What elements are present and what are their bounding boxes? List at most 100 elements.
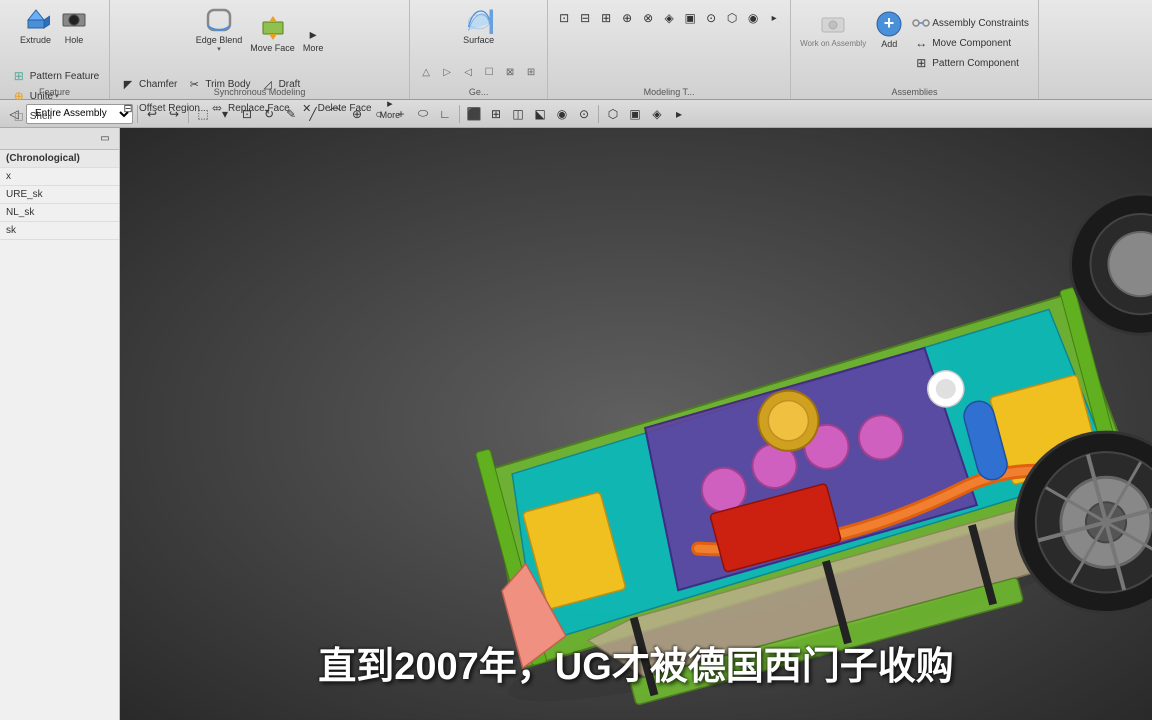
sync-big-buttons: Edge Blend ▾ Move Face ▸ More xyxy=(193,4,327,69)
mt-btn3[interactable]: ⊞ xyxy=(596,8,616,28)
ge-group-label: Ge... xyxy=(410,87,547,97)
feature-group-label: Feature xyxy=(0,87,109,97)
work-on-assembly-icon xyxy=(819,10,847,38)
ge-big-buttons: Surface xyxy=(459,4,498,61)
asm-right-col: Assembly Constraints ↔ Move Component ⊞ … xyxy=(909,8,1032,72)
t2-render1[interactable]: ⬡ xyxy=(603,104,623,124)
extrude-button[interactable]: Extrude xyxy=(17,4,54,47)
t2-view3[interactable]: ◫ xyxy=(508,104,528,124)
delete-face-icon: ✕ xyxy=(298,101,316,117)
modeling-t-group: ⊡ ⊟ ⊞ ⊕ ⊗ ◈ ▣ ⊙ ⬡ ◉ ▸ Modeling T... xyxy=(548,0,791,99)
add-button[interactable]: + Add xyxy=(871,8,907,51)
assembly-constraints-icon xyxy=(912,15,930,31)
feature-group: Extrude Hole ⊞ Pattern Feature ⊕ Unite xyxy=(0,0,110,99)
move-component-label: Move Component xyxy=(932,38,1011,49)
modeling-t-buttons: ⊡ ⊟ ⊞ ⊕ ⊗ ◈ ▣ ⊙ ⬡ ◉ ▸ xyxy=(554,4,784,97)
move-component-button[interactable]: ↔ Move Component xyxy=(909,34,1032,52)
surface-label: Surface xyxy=(463,35,494,45)
assembly-constraints-label: Assembly Constraints xyxy=(932,18,1029,29)
replace-face-icon: ⤄ xyxy=(208,101,226,117)
shell-button[interactable]: ◻ Shell xyxy=(7,107,102,125)
edge-blend-dropdown: ▾ xyxy=(217,45,221,53)
viewport: 直到2007年，UG才被德国西门子收购 xyxy=(120,128,1152,720)
replace-face-button[interactable]: ⤄ Replace Face xyxy=(205,95,293,122)
sync-more-label: More xyxy=(303,43,324,53)
offset-region-icon: ⊟ xyxy=(119,101,137,117)
work-on-assembly-label: Work on Assembly xyxy=(800,39,866,48)
panel-chronological[interactable]: (Chronological) xyxy=(0,150,119,168)
t2-render2[interactable]: ▣ xyxy=(625,104,645,124)
ge-tool5[interactable]: ⊠ xyxy=(500,62,520,82)
mt-btn9[interactable]: ⬡ xyxy=(722,8,742,28)
t2-more[interactable]: ▸ xyxy=(669,104,689,124)
sync-small-buttons: ◤ Chamfer ✂ Trim Body ◿ Draft ⊟ Offset R… xyxy=(116,69,403,136)
hole-button[interactable]: Hole xyxy=(56,4,92,47)
ge-tool6[interactable]: ⊞ xyxy=(521,62,541,82)
main-area: ▭ (Chronological) x URE_sk NL_sk sk xyxy=(0,128,1152,720)
t2-constraint[interactable]: ∟ xyxy=(435,104,455,124)
move-component-icon: ↔ xyxy=(912,35,930,51)
asm-work-col: Work on Assembly xyxy=(797,8,869,50)
replace-face-label: Replace Face xyxy=(228,103,290,114)
t2-view4[interactable]: ⬕ xyxy=(530,104,550,124)
panel-item-x[interactable]: x xyxy=(0,168,119,186)
shell-icon: ◻ xyxy=(10,108,28,124)
ge-tools-row: △ ▷ ◁ ☐ ⊠ ⊞ xyxy=(416,62,541,82)
add-label: Add xyxy=(881,39,897,49)
pattern-feature-icon: ⊞ xyxy=(10,68,28,84)
sync-more2-label: More xyxy=(380,110,401,120)
sync-more-icon: ▸ xyxy=(310,26,317,43)
move-face-button[interactable]: Move Face xyxy=(247,12,298,55)
feature-small-buttons: ⊞ Pattern Feature ⊕ Unite ▾ ◻ Shell xyxy=(7,61,102,139)
panel-item-sk[interactable]: sk xyxy=(0,222,119,240)
shell-label: Shell xyxy=(30,111,52,122)
mt-dropdown[interactable]: ▸ xyxy=(764,8,784,28)
mt-btn4[interactable]: ⊕ xyxy=(617,8,637,28)
surface-icon xyxy=(465,6,493,34)
panel-item-nl-sk[interactable]: NL_sk xyxy=(0,204,119,222)
mt-btn10[interactable]: ◉ xyxy=(743,8,763,28)
sync-more2-button[interactable]: ▸ More xyxy=(377,95,404,122)
t2-ellipse[interactable]: ⬭ xyxy=(413,104,433,124)
mt-btn8[interactable]: ⊙ xyxy=(701,8,721,28)
mt-btn5[interactable]: ⊗ xyxy=(638,8,658,28)
sync-group-label: Synchronous Modeling xyxy=(110,87,409,97)
add-icon: + xyxy=(875,10,903,38)
ge-tool3[interactable]: ◁ xyxy=(458,62,478,82)
mt-btn7[interactable]: ▣ xyxy=(680,8,700,28)
assembly-constraints-button[interactable]: Assembly Constraints xyxy=(909,14,1032,32)
hole-icon xyxy=(60,6,88,34)
pattern-feature-button[interactable]: ⊞ Pattern Feature xyxy=(7,67,102,85)
move-face-icon xyxy=(259,14,287,42)
t2-render3[interactable]: ◈ xyxy=(647,104,667,124)
t2-view6[interactable]: ⊙ xyxy=(574,104,594,124)
ge-tool1[interactable]: △ xyxy=(416,62,436,82)
work-on-assembly-button[interactable]: Work on Assembly xyxy=(797,8,869,50)
delete-face-button[interactable]: ✕ Delete Face xyxy=(295,95,375,122)
svg-text:+: + xyxy=(884,13,895,33)
mt-btn2[interactable]: ⊟ xyxy=(575,8,595,28)
surface-button[interactable]: Surface xyxy=(459,4,498,47)
pattern-component-label: Pattern Component xyxy=(932,58,1019,69)
t2-view5[interactable]: ◉ xyxy=(552,104,572,124)
assemblies-group-label: Assemblies xyxy=(791,87,1038,97)
ge-tool2[interactable]: ▷ xyxy=(437,62,457,82)
pattern-component-icon: ⊞ xyxy=(912,55,930,71)
panel-item-ure-sk[interactable]: URE_sk xyxy=(0,186,119,204)
offset-region-button[interactable]: ⊟ Offset Region xyxy=(116,95,203,122)
edge-blend-icon xyxy=(205,6,233,34)
ge-group: Surface △ ▷ ◁ ☐ ⊠ ⊞ Ge... xyxy=(410,0,548,99)
pattern-component-button[interactable]: ⊞ Pattern Component xyxy=(909,54,1032,72)
assemblies-group: Work on Assembly + Add xyxy=(791,0,1039,99)
feature-big-buttons: Extrude Hole xyxy=(17,4,92,61)
mt-btn6[interactable]: ◈ xyxy=(659,8,679,28)
sync-more-button[interactable]: ▸ More xyxy=(300,24,327,55)
offset-region-label: Offset Region xyxy=(139,103,200,114)
t2-view2[interactable]: ⊞ xyxy=(486,104,506,124)
hole-label: Hole xyxy=(65,35,84,45)
t2-view1[interactable]: ⬛ xyxy=(464,104,484,124)
ge-tool4[interactable]: ☐ xyxy=(479,62,499,82)
left-panel: ▭ (Chronological) x URE_sk NL_sk sk xyxy=(0,128,120,720)
edge-blend-button[interactable]: Edge Blend ▾ xyxy=(193,4,246,55)
mt-btn1[interactable]: ⊡ xyxy=(554,8,574,28)
